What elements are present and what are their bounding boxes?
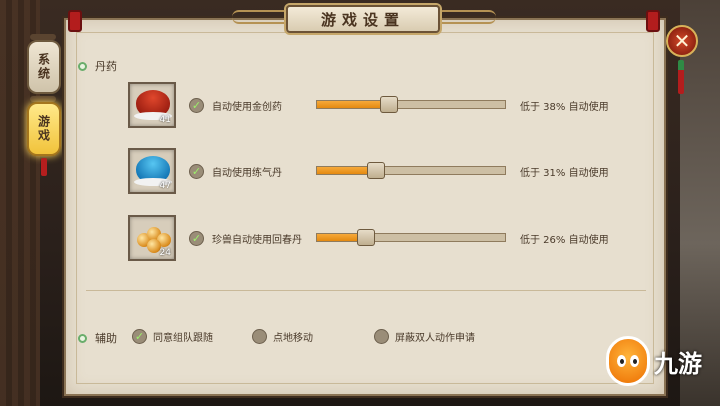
auto-use-checkbox[interactable]: ✓ <box>189 98 204 113</box>
title-ornament-left <box>232 10 292 24</box>
tab-system-label: 系统 <box>36 53 51 81</box>
option-block-duo-action[interactable]: 屏蔽双人动作申请 <box>374 329 475 344</box>
watermark: 九游 <box>606 336 702 386</box>
lantern-tassel <box>41 158 47 176</box>
watermark-text: 九游 <box>654 349 702 378</box>
auto-use-checkbox[interactable]: ✓ <box>189 164 204 179</box>
corner-post-right <box>646 10 660 32</box>
potion-row: 41 ✓ 自动使用金创药 低于 38% 自动使用 <box>128 82 618 130</box>
option-checkbox[interactable] <box>374 329 389 344</box>
section-divider <box>86 290 646 291</box>
auto-use-label: 珍兽自动使用回春丹 <box>212 235 302 246</box>
option-follow-team[interactable]: ✓ 同意组队跟随 <box>132 329 213 344</box>
threshold-slider[interactable] <box>316 229 506 246</box>
auto-use-label: 自动使用练气丹 <box>212 168 282 179</box>
threshold-text: 低于 31% 自动使用 <box>520 168 609 179</box>
section-assist-label: 辅助 <box>95 332 117 345</box>
check-icon: ✓ <box>191 99 202 112</box>
section-dot-icon <box>78 61 87 71</box>
tab-game[interactable]: 游戏 <box>27 102 61 156</box>
potion-row: 47 ✓ 自动使用练气丹 低于 31% 自动使用 <box>128 148 618 196</box>
option-checkbox[interactable]: ✓ <box>132 329 147 344</box>
option-tap-move[interactable]: 点地移动 <box>252 329 313 344</box>
close-button[interactable]: ✕ <box>666 25 698 57</box>
section-potion-header: 丹药 <box>78 58 117 74</box>
item-count: 47 <box>159 181 171 191</box>
close-icon: ✕ <box>673 29 691 53</box>
close-tassel <box>678 60 684 94</box>
slider-fill <box>317 101 390 108</box>
section-potion-label: 丹药 <box>95 60 117 73</box>
title-ornament-right <box>436 10 496 24</box>
threshold-text: 低于 38% 自动使用 <box>520 102 609 113</box>
threshold-slider[interactable] <box>316 96 506 113</box>
tab-system[interactable]: 系统 <box>27 40 61 94</box>
check-icon: ✓ <box>191 232 202 245</box>
slider-knob[interactable] <box>366 162 385 179</box>
golden-pills-icon: 24 <box>128 215 176 261</box>
section-dot-icon <box>78 333 87 343</box>
option-label: 屏蔽双人动作申请 <box>395 333 475 344</box>
threshold-text: 低于 26% 自动使用 <box>520 235 609 246</box>
check-icon: ✓ <box>191 165 202 178</box>
corner-post-left <box>68 10 82 32</box>
watermark-logo-icon <box>606 336 650 386</box>
item-count: 41 <box>159 115 171 125</box>
tab-game-label: 游戏 <box>36 115 51 143</box>
option-label: 同意组队跟随 <box>153 333 213 344</box>
threshold-slider[interactable] <box>316 162 506 179</box>
slider-knob[interactable] <box>380 96 399 113</box>
item-count: 24 <box>159 248 171 258</box>
potion-row: 24 ✓ 珍兽自动使用回春丹 低于 26% 自动使用 <box>128 215 618 263</box>
blue-powder-icon: 47 <box>128 148 176 194</box>
option-label: 点地移动 <box>273 333 313 344</box>
slider-knob[interactable] <box>357 229 376 246</box>
auto-use-label: 自动使用金创药 <box>212 102 282 113</box>
option-checkbox[interactable] <box>252 329 267 344</box>
red-powder-icon: 41 <box>128 82 176 128</box>
section-assist-header: 辅助 <box>78 330 117 346</box>
page-title: 游戏设置 <box>286 5 440 33</box>
auto-use-checkbox[interactable]: ✓ <box>189 231 204 246</box>
